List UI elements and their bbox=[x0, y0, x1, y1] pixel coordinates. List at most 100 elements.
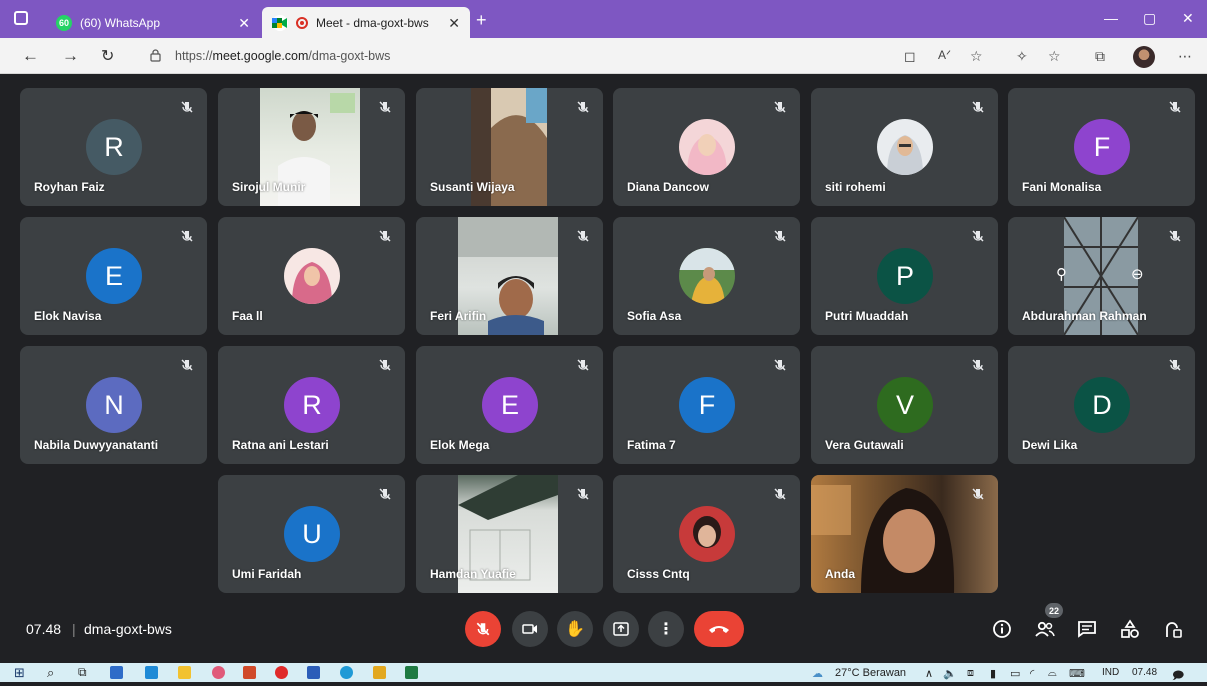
muted-mic-icon bbox=[972, 101, 984, 113]
meeting-details-button[interactable] bbox=[991, 618, 1013, 640]
participant-tile[interactable]: R Ratna ani Lestari bbox=[218, 346, 405, 464]
participant-avatar: U bbox=[284, 506, 340, 562]
leave-call-button[interactable] bbox=[694, 611, 744, 647]
profile-avatar[interactable] bbox=[1133, 46, 1155, 68]
weather-icon[interactable]: ☁ bbox=[812, 667, 823, 680]
participant-tile[interactable]: Diana Dancow bbox=[613, 88, 800, 206]
edge-icon[interactable] bbox=[340, 666, 353, 679]
participant-tile[interactable]: Faa ll bbox=[218, 217, 405, 335]
minimize-icon[interactable]: — bbox=[1104, 10, 1118, 26]
office-icon[interactable] bbox=[243, 666, 256, 679]
more-menu-icon[interactable]: ⋯ bbox=[1178, 48, 1192, 65]
muted-mic-icon bbox=[577, 488, 589, 500]
lock-icon[interactable] bbox=[150, 49, 161, 62]
close-window-icon[interactable]: ✕ bbox=[1182, 10, 1194, 27]
participant-tile[interactable]: E Elok Mega bbox=[416, 346, 603, 464]
app-icon[interactable] bbox=[373, 666, 386, 679]
excel-icon[interactable] bbox=[405, 666, 418, 679]
participant-avatar: E bbox=[482, 377, 538, 433]
participant-tile[interactable]: F Fatima 7 bbox=[613, 346, 800, 464]
participant-tile[interactable]: R Royhan Faiz bbox=[20, 88, 207, 206]
cloud-icon[interactable]: ⌓ bbox=[1048, 667, 1057, 680]
divider: | bbox=[72, 621, 76, 637]
participant-name: Vera Gutawali bbox=[825, 438, 904, 452]
close-tab-icon[interactable]: ✕ bbox=[448, 15, 460, 32]
participant-tile[interactable]: siti rohemi bbox=[811, 88, 998, 206]
more-options-button[interactable]: ⋮ bbox=[648, 611, 684, 647]
microphone-icon[interactable]: ▮ bbox=[990, 667, 996, 680]
start-icon[interactable]: ⊞ bbox=[14, 665, 25, 681]
volume-icon[interactable]: 🔈 bbox=[943, 667, 957, 680]
participant-tile[interactable]: ⚲ ⊖ Abdurahman Rahman bbox=[1008, 217, 1195, 335]
app-icon[interactable] bbox=[212, 666, 225, 679]
store-icon[interactable] bbox=[145, 666, 158, 679]
participant-tile[interactable]: U Umi Faridah bbox=[218, 475, 405, 593]
word-icon[interactable] bbox=[307, 666, 320, 679]
participant-name: Royhan Faiz bbox=[34, 180, 105, 194]
present-screen-button[interactable] bbox=[603, 611, 639, 647]
battery-icon[interactable]: ▭ bbox=[1010, 667, 1020, 680]
participant-avatar: R bbox=[284, 377, 340, 433]
file-explorer-icon[interactable] bbox=[178, 666, 191, 679]
participant-tile[interactable]: N Nabila Duwyyanatanti bbox=[20, 346, 207, 464]
participant-name: Umi Faridah bbox=[232, 567, 302, 581]
collections-icon[interactable]: ⧉ bbox=[1095, 48, 1105, 65]
tab-actions-icon[interactable] bbox=[14, 11, 28, 25]
taskbar-clock[interactable]: 07.48 bbox=[1132, 667, 1157, 678]
show-hidden-icons[interactable]: ∧ bbox=[925, 667, 933, 680]
host-controls-button[interactable] bbox=[1162, 618, 1184, 640]
task-view-icon[interactable]: ⧉ bbox=[78, 665, 87, 680]
restore-icon[interactable]: ▢ bbox=[1143, 10, 1156, 27]
close-tab-icon[interactable]: ✕ bbox=[238, 15, 250, 32]
url-host: meet.google.com bbox=[212, 49, 309, 63]
remove-icon[interactable]: ⊖ bbox=[1131, 265, 1144, 283]
participant-tile[interactable]: E Elok Navisa bbox=[20, 217, 207, 335]
meet-tray-icon[interactable]: ⧈ bbox=[967, 667, 974, 680]
participant-tile[interactable]: P Putri Muaddah bbox=[811, 217, 998, 335]
raise-hand-button[interactable]: ✋ bbox=[557, 611, 593, 647]
mic-toggle-button[interactable] bbox=[465, 611, 501, 647]
participant-tile[interactable]: Cisss Cntq bbox=[613, 475, 800, 593]
activities-button[interactable] bbox=[1119, 618, 1141, 640]
participant-tile[interactable]: V Vera Gutawali bbox=[811, 346, 998, 464]
extensions-icon[interactable]: ✧ bbox=[1016, 48, 1028, 65]
input-language[interactable]: IND bbox=[1102, 667, 1119, 678]
people-icon bbox=[1035, 621, 1055, 637]
pin-icon[interactable]: ⚲ bbox=[1056, 265, 1067, 283]
people-button[interactable] bbox=[1034, 618, 1056, 640]
participant-tile[interactable]: Hamdan Yuafie bbox=[416, 475, 603, 593]
weather-text[interactable]: 27°C Berawan bbox=[835, 667, 906, 679]
app-icon[interactable] bbox=[110, 666, 123, 679]
chat-button[interactable] bbox=[1076, 618, 1098, 640]
meet-icon bbox=[272, 14, 288, 31]
participant-tile[interactable]: Sofia Asa bbox=[613, 217, 800, 335]
notifications-icon[interactable]: 🗩 bbox=[1172, 667, 1184, 686]
hand-icon: ✋ bbox=[565, 621, 585, 638]
favorite-icon[interactable]: ☆ bbox=[970, 48, 983, 65]
participant-avatar: V bbox=[877, 377, 933, 433]
favorites-list-icon[interactable]: ☆ bbox=[1048, 48, 1061, 65]
participant-tile[interactable]: Sirojul Munir bbox=[218, 88, 405, 206]
tab-meet[interactable]: Meet - dma-goxt-bws ✕ bbox=[262, 7, 470, 38]
refresh-icon[interactable]: ↻ bbox=[101, 46, 114, 66]
search-icon[interactable]: ⌕ bbox=[47, 665, 54, 681]
participant-tile[interactable]: Susanti Wijaya bbox=[416, 88, 603, 206]
participant-tile[interactable]: Feri Arifin bbox=[416, 217, 603, 335]
self-view-tile[interactable]: Anda bbox=[811, 475, 998, 593]
read-aloud-icon[interactable]: Aᐟ bbox=[938, 48, 951, 62]
forward-icon[interactable]: → bbox=[62, 46, 79, 66]
camera-toggle-button[interactable] bbox=[512, 611, 548, 647]
url-field[interactable]: https://meet.google.com/dma-goxt-bws bbox=[175, 49, 390, 63]
opera-icon[interactable] bbox=[275, 666, 288, 679]
wifi-icon[interactable]: ◜ bbox=[1030, 667, 1034, 680]
keyboard-icon[interactable]: ⌨ bbox=[1069, 667, 1085, 680]
participant-tile[interactable]: D Dewi Lika bbox=[1008, 346, 1195, 464]
camera-permission-icon[interactable]: ◻ bbox=[904, 48, 916, 65]
muted-mic-icon bbox=[577, 230, 589, 242]
tab-whatsapp[interactable]: 60 (60) WhatsApp ✕ bbox=[46, 7, 260, 38]
new-tab-icon[interactable]: + bbox=[476, 10, 487, 31]
participant-tile[interactable]: F Fani Monalisa bbox=[1008, 88, 1195, 206]
browser-tab-strip: 60 (60) WhatsApp ✕ Meet - dma-goxt-bws ✕… bbox=[0, 0, 1207, 38]
meeting-time: 07.48 bbox=[26, 621, 62, 637]
back-icon[interactable]: ← bbox=[22, 46, 39, 66]
